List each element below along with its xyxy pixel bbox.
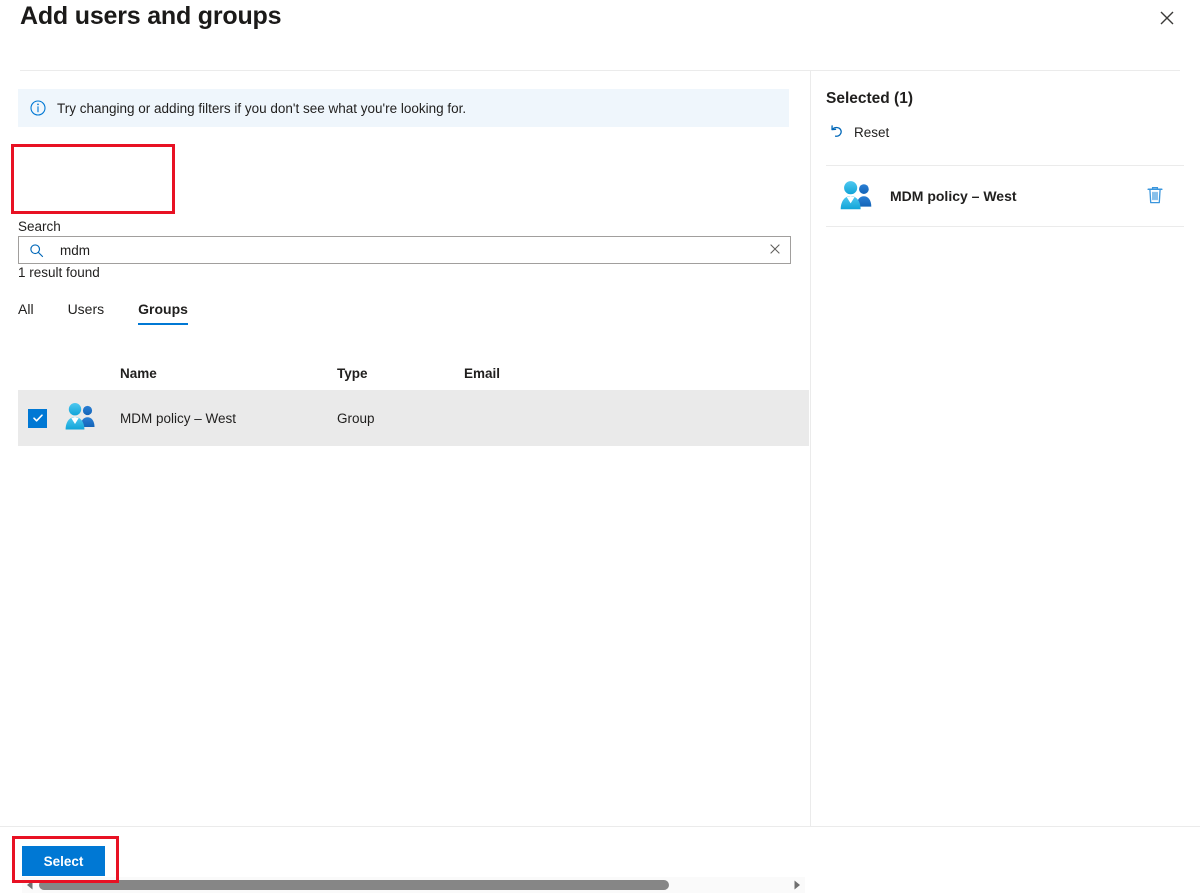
info-message-bar: Try changing or adding filters if you do… [18, 89, 789, 127]
selected-list-item: MDM policy – West [826, 166, 1184, 226]
selected-list-divider-bottom [826, 226, 1184, 227]
row-type: Group [337, 410, 375, 426]
row-name: MDM policy – West [120, 410, 237, 426]
row-checkbox-cell [18, 408, 64, 428]
column-header-name: Name [120, 365, 157, 381]
horizontal-scrollbar[interactable] [22, 877, 805, 893]
clear-icon [768, 242, 782, 259]
search-icon [29, 243, 44, 258]
group-people-icon [64, 402, 98, 435]
chevron-left-icon[interactable] [22, 877, 38, 893]
info-message-text: Try changing or adding filters if you do… [57, 100, 467, 116]
selected-item-name: MDM policy – West [890, 188, 1017, 204]
filter-tabs: All Users Groups [18, 301, 222, 333]
group-people-icon [839, 180, 875, 212]
selected-items-pane: Selected (1) Reset MDM policy – West [811, 71, 1200, 826]
chevron-right-icon[interactable] [789, 877, 805, 893]
close-button[interactable] [1152, 3, 1182, 33]
tab-users[interactable]: Users [68, 301, 105, 325]
search-label: Search [18, 219, 61, 234]
trash-icon [1146, 185, 1164, 208]
select-button[interactable]: Select [22, 846, 105, 876]
reset-label: Reset [854, 124, 890, 140]
page-title: Add users and groups [20, 2, 282, 30]
search-input[interactable] [60, 240, 762, 260]
undo-arrow-icon [829, 124, 845, 140]
results-table: Name Type Email MDM policy – West Group [18, 356, 809, 446]
reset-button[interactable]: Reset [829, 120, 889, 144]
dialog-header: Add users and groups [0, 0, 1200, 70]
delete-selected-item-button[interactable] [1142, 183, 1168, 209]
column-header-email: Email [464, 365, 501, 381]
search-result-count: 1 result found [18, 265, 100, 280]
scrollbar-track[interactable] [38, 877, 789, 893]
scrollbar-thumb[interactable] [39, 880, 669, 890]
row-checkbox[interactable] [28, 408, 47, 428]
search-clear-button[interactable] [762, 237, 788, 263]
info-circle-icon [30, 100, 46, 116]
table-header-row: Name Type Email [18, 356, 809, 390]
selected-heading: Selected (1) [826, 90, 914, 107]
table-row[interactable]: MDM policy – West Group [18, 390, 809, 446]
column-header-type: Type [337, 365, 368, 381]
row-group-icon-cell [64, 402, 120, 435]
search-results-pane: Try changing or adding filters if you do… [0, 71, 810, 893]
close-icon [1159, 10, 1175, 26]
tab-groups[interactable]: Groups [138, 301, 188, 325]
tab-all[interactable]: All [18, 301, 34, 325]
footer-divider [0, 826, 1200, 827]
search-box[interactable] [18, 236, 791, 264]
